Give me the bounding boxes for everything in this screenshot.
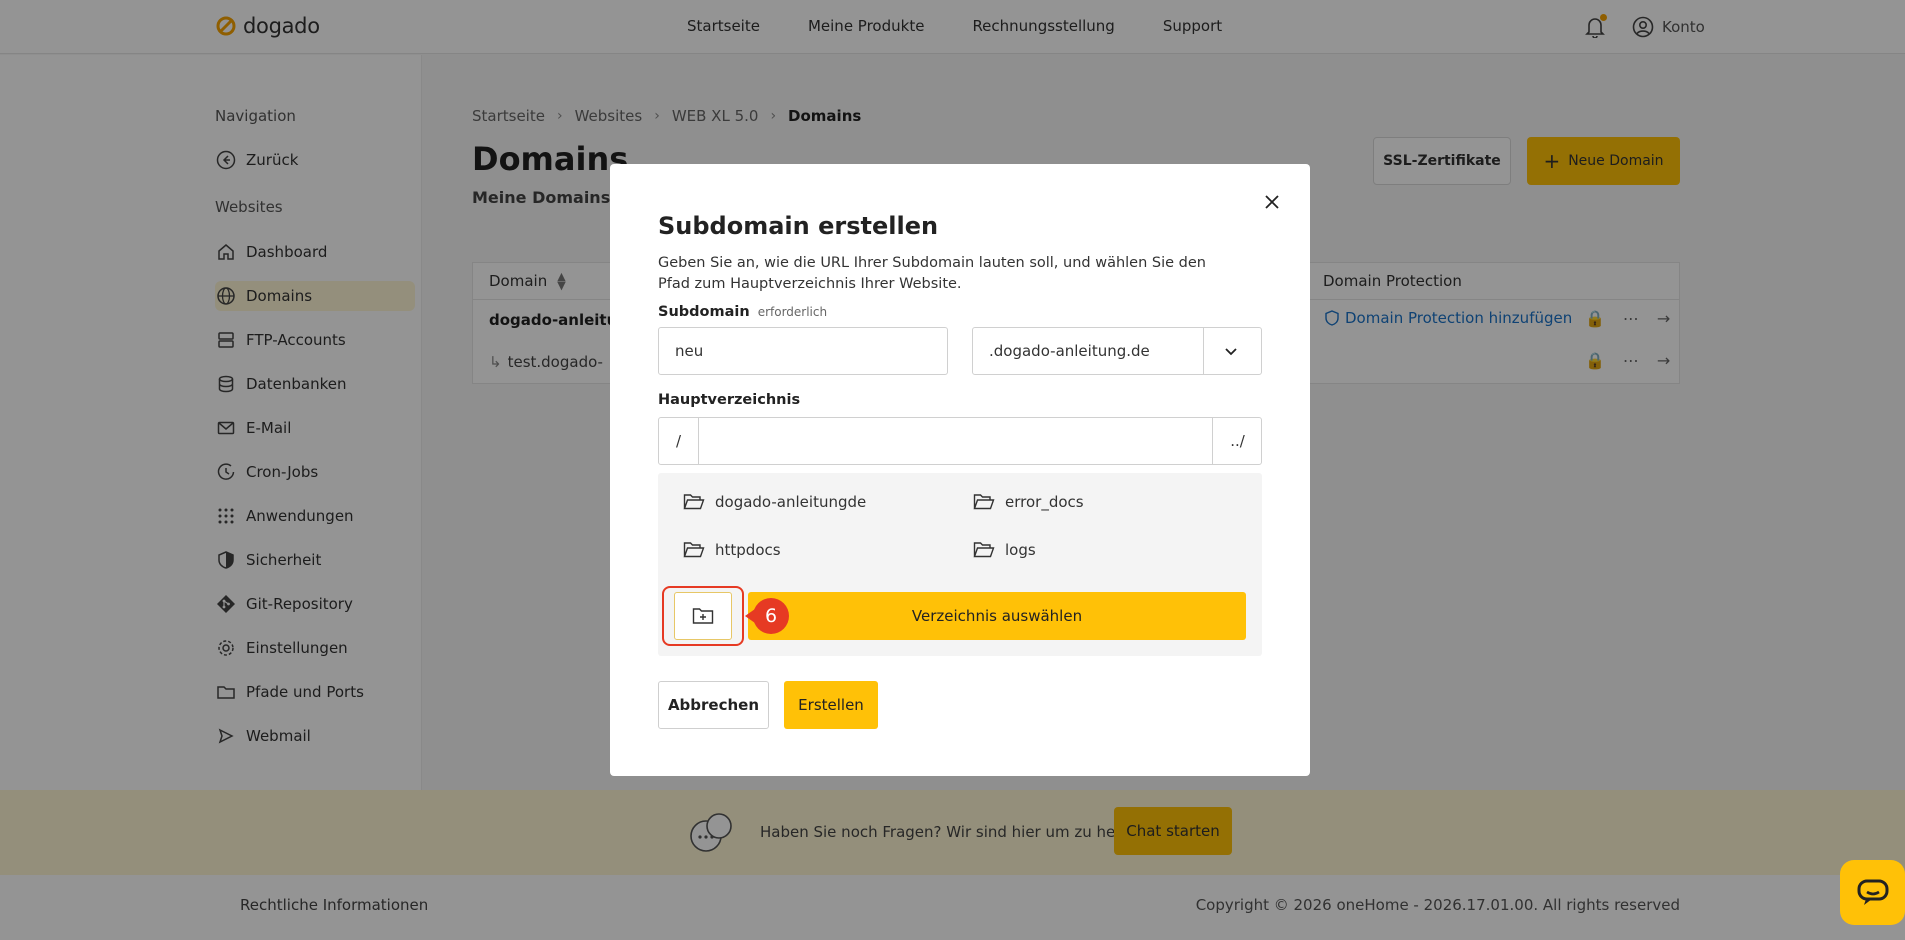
step-badge: 6	[745, 598, 789, 634]
dir-item-label: logs	[1005, 541, 1036, 559]
select-directory-button[interactable]: Verzeichnis auswählen	[748, 592, 1246, 640]
subdomain-input[interactable]	[658, 327, 948, 375]
dir-item-label: dogado-anleitungde	[715, 493, 867, 511]
required-note: erforderlich	[757, 305, 828, 319]
create-button[interactable]: Erstellen	[784, 681, 878, 729]
dialog-description: Geben Sie an, wie die URL Ihrer Subdomai…	[658, 255, 1206, 292]
domain-select-value: .dogado-anleitung.de	[989, 342, 1150, 360]
folder-open-icon	[973, 494, 995, 510]
cancel-button[interactable]: Abbrechen	[658, 681, 769, 729]
dir-item-logs[interactable]: logs	[973, 541, 1036, 559]
dir-item-label: error_docs	[1005, 493, 1084, 511]
close-icon	[1265, 195, 1279, 209]
chevron-down-icon	[1223, 342, 1239, 360]
folder-open-icon	[683, 542, 705, 558]
folder-open-icon	[683, 494, 705, 510]
parent-dir-button[interactable]: ../	[1212, 418, 1262, 464]
highlight-ring	[662, 586, 744, 646]
subdomain-label-text: Subdomain	[658, 304, 750, 320]
create-subdomain-dialog: Subdomain erstellen Geben Sie an, wie di…	[610, 164, 1310, 776]
folder-open-icon	[973, 542, 995, 558]
close-button[interactable]	[1260, 190, 1284, 214]
dialog-title: Subdomain erstellen	[658, 212, 939, 240]
path-prefix: /	[659, 418, 699, 464]
step-number: 6	[753, 598, 789, 634]
root-dir-label: Hauptverzeichnis	[658, 392, 801, 408]
domain-select[interactable]: .dogado-anleitung.de	[972, 327, 1262, 375]
chat-icon	[1857, 879, 1888, 905]
dir-item-error-docs[interactable]: error_docs	[973, 493, 1084, 511]
path-input[interactable]	[700, 418, 1212, 464]
root-dir-path-field: / ../	[658, 417, 1262, 465]
dir-item-label: httpdocs	[715, 541, 781, 559]
subdomain-label: Subdomain erforderlich	[658, 304, 827, 320]
dir-item-dogado-anleitungde[interactable]: dogado-anleitungde	[683, 493, 866, 511]
dir-item-httpdocs[interactable]: httpdocs	[683, 541, 781, 559]
chat-widget-button[interactable]	[1840, 860, 1905, 925]
select-divider	[1203, 328, 1204, 374]
